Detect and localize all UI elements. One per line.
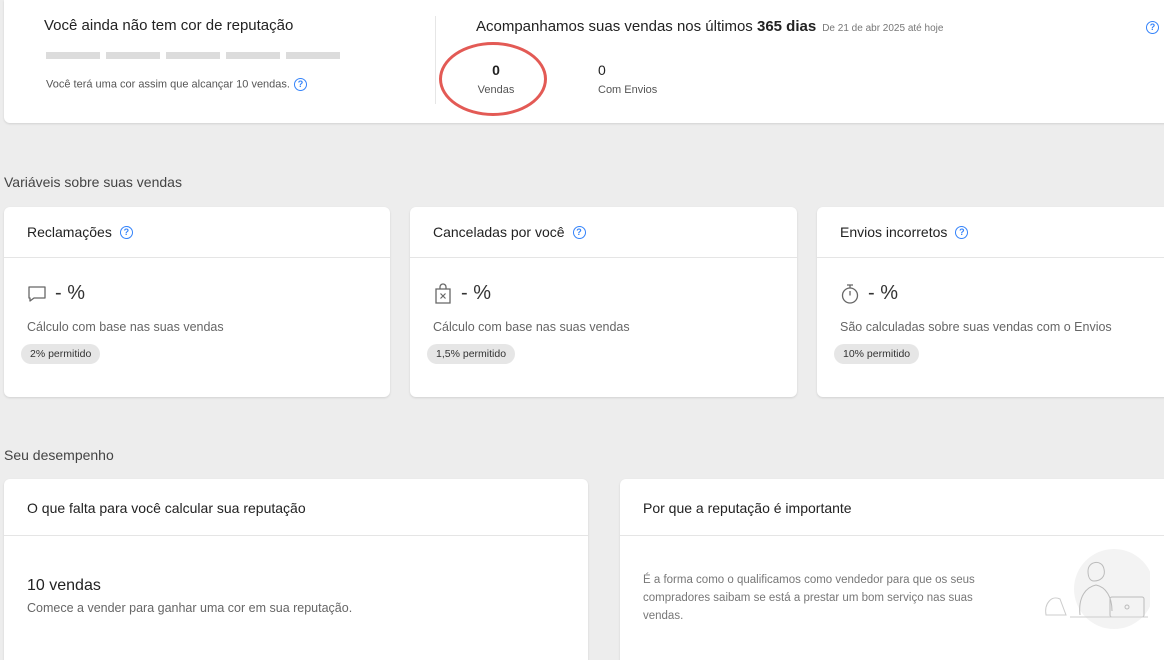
cancelled-bag-icon (435, 282, 451, 304)
card-title: O que falta para você calcular sua reput… (4, 479, 588, 536)
reputation-bar-segment (286, 52, 340, 59)
shipping-label: Com Envios (598, 84, 658, 96)
incorrect-shipments-value: - % (840, 282, 898, 305)
tracking-date-range: De 21 de abr 2025 até hoje (822, 23, 944, 34)
tracking-title-days: 365 dias (756, 18, 817, 35)
card-header: Reclamações? (4, 207, 390, 258)
help-icon[interactable]: ? (119, 225, 133, 239)
cancelled-percent: - % (461, 282, 491, 304)
help-icon[interactable]: ? (293, 78, 307, 91)
cancelled-card: Canceladas por você? - % Cálculo com bas… (410, 207, 797, 397)
importance-text: É a forma como o qualificamos como vende… (643, 574, 975, 622)
card-header: Envios incorretos? (817, 207, 1164, 258)
highlight-circle (439, 42, 547, 116)
reputation-color-bar (46, 52, 340, 59)
reputation-note-text: Você terá uma cor assim que alcançar 10 … (46, 78, 290, 91)
tracking-title-prefix: Acompanhamos suas vendas nos últimos (476, 18, 757, 35)
divider (435, 16, 436, 104)
chat-bubble-icon (28, 285, 46, 302)
reputation-note: Você terá uma cor assim que alcançar 10 … (46, 78, 307, 91)
reputation-bar-segment (106, 52, 160, 59)
claims-value: - % (27, 282, 85, 305)
incorrect-shipments-percent: - % (868, 282, 898, 304)
stopwatch-icon (841, 283, 859, 304)
tracking-title: Acompanhamos suas vendas nos últimos 365… (476, 18, 943, 35)
card-header: Canceladas por você? (410, 207, 797, 258)
card-title: Reclamações (27, 224, 112, 240)
card-description: Cálculo com base nas suas vendas (433, 320, 630, 334)
allowed-badge: 1,5% permitido (427, 344, 516, 364)
card-title: Envios incorretos (840, 224, 948, 240)
reputation-bar-segment (166, 52, 220, 59)
reputation-goal-card: O que falta para você calcular sua reput… (4, 479, 588, 660)
reputation-title: Você ainda não tem cor de reputação (44, 17, 294, 34)
claims-percent: - % (55, 282, 85, 304)
reputation-importance-card: Por que a reputação é importante É a for… (620, 479, 1164, 660)
cancelled-value: - % (433, 282, 491, 305)
allowed-badge: 2% permitido (21, 344, 101, 364)
sales-goal: 10 vendas (27, 577, 101, 594)
variables-section-title: Variáveis sobre suas vendas (4, 174, 182, 190)
help-icon[interactable]: ? (955, 225, 969, 239)
performance-section-title: Seu desempenho (4, 447, 114, 463)
claims-card: Reclamações? - % Cálculo com base nas su… (4, 207, 390, 397)
help-icon[interactable]: ? (572, 225, 586, 239)
allowed-badge: 10% permitido (834, 344, 920, 364)
help-icon[interactable]: ? (1146, 21, 1159, 34)
goal-description: Comece a vender para ganhar uma cor em s… (27, 601, 353, 615)
shipping-count: 0 (598, 62, 606, 78)
reputation-bar-segment (46, 52, 100, 59)
seller-laptop-illustration (1045, 549, 1150, 629)
card-description: Cálculo com base nas suas vendas (27, 320, 224, 334)
reputation-summary-card: Você ainda não tem cor de reputação Você… (4, 0, 1164, 123)
card-title: Canceladas por você (433, 224, 565, 240)
incorrect-shipments-card: Envios incorretos? - % São calculadas so… (817, 207, 1164, 397)
reputation-bar-segment (226, 52, 280, 59)
card-description: São calculadas sobre suas vendas com o E… (840, 320, 1112, 334)
card-title: Por que a reputação é importante (620, 479, 1164, 536)
shipping-metric: 0 Com Envios (598, 62, 657, 96)
